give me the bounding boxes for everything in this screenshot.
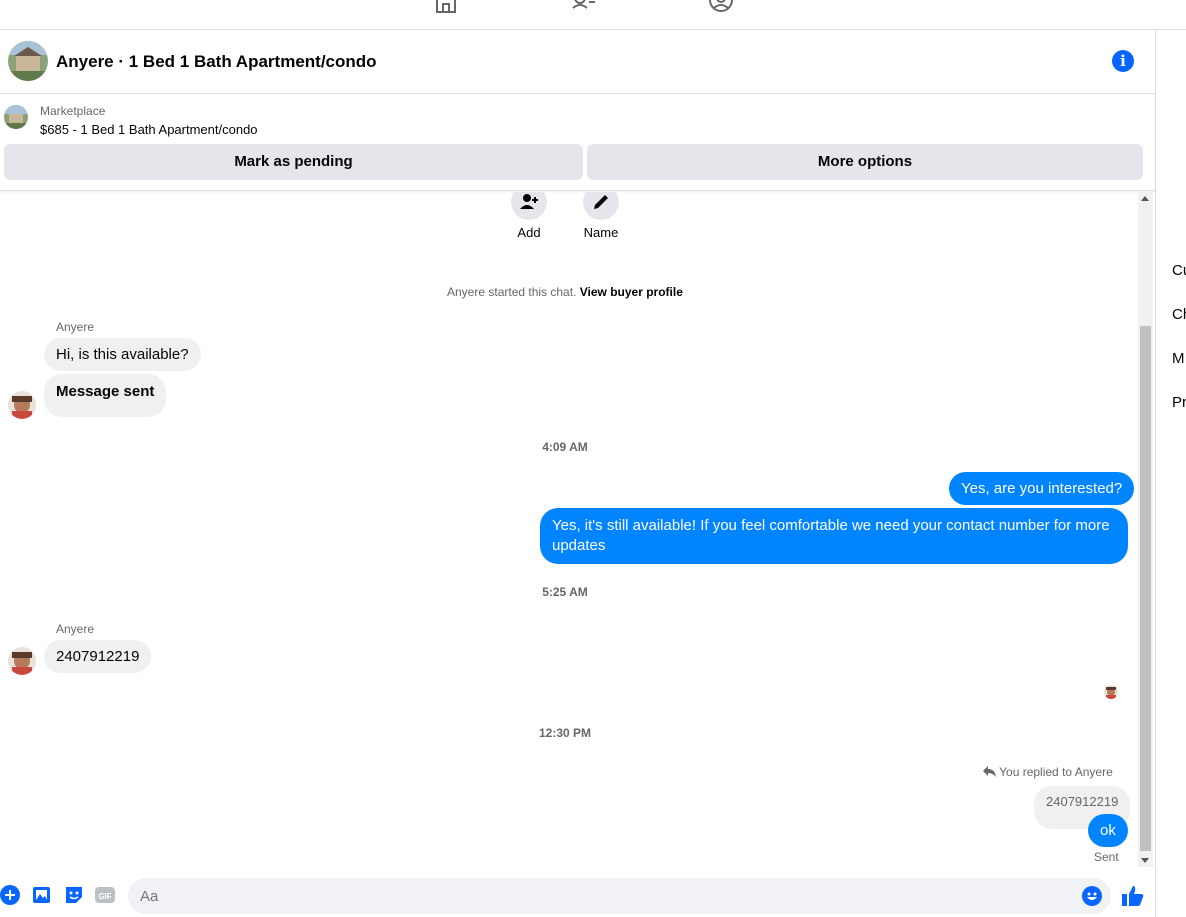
message-input[interactable]: [128, 878, 1111, 914]
chat-started-notice: Anyere started this chat. View buyer pro…: [447, 285, 683, 299]
right-sidebar-item[interactable]: Pr: [1172, 394, 1186, 411]
more-options-button[interactable]: More options: [587, 144, 1143, 180]
add-label: Add: [517, 225, 541, 240]
timestamp: 5:25 AM: [542, 585, 588, 599]
message-list[interactable]: Add Name Anyere started this chat. View …: [0, 192, 1155, 867]
scroll-up-arrow[interactable]: [1141, 196, 1149, 201]
emoji-icon[interactable]: [1082, 886, 1102, 906]
add-person-button[interactable]: [511, 192, 547, 220]
buyer-avatar[interactable]: [8, 647, 36, 675]
scrollbar-thumb[interactable]: [1140, 326, 1151, 851]
reply-icon: [983, 766, 996, 777]
timestamp: 4:09 AM: [542, 440, 588, 454]
pencil-icon: [594, 195, 608, 209]
right-sidebar-item[interactable]: M: [1172, 350, 1185, 367]
reply-note-text: You replied to Anyere: [999, 765, 1113, 779]
gif-label: GIF: [98, 892, 111, 901]
outgoing-message[interactable]: Yes, are you interested?: [949, 472, 1135, 505]
edit-name-button[interactable]: [583, 192, 619, 220]
incoming-message[interactable]: Hi, is this available?: [44, 338, 201, 371]
right-sidebar-item[interactable]: Ch: [1172, 306, 1186, 323]
buyer-avatar[interactable]: [8, 391, 36, 419]
plus-icon[interactable]: [0, 885, 20, 905]
name-label: Name: [583, 225, 619, 240]
timestamp: 12:30 PM: [538, 726, 592, 740]
marketplace-banner: Marketplace $685 - 1 Bed 1 Bath Apartmen…: [0, 95, 1155, 191]
view-buyer-profile-link[interactable]: View buyer profile: [580, 285, 683, 299]
outgoing-message[interactable]: ok: [1088, 814, 1128, 847]
chat-started-text: Anyere started this chat.: [447, 285, 577, 299]
conversation-title: Anyere · 1 Bed 1 Bath Apartment/condo: [56, 52, 377, 71]
add-person-icon: [520, 194, 538, 209]
listing-thumbnail[interactable]: [4, 105, 28, 129]
home-icon[interactable]: [433, 0, 459, 14]
conversation-header: Anyere · 1 Bed 1 Bath Apartment/condo i: [0, 30, 1155, 94]
reply-note: You replied to Anyere: [983, 765, 1113, 779]
seen-avatar: [1104, 685, 1118, 699]
marketplace-label: Marketplace: [40, 104, 106, 118]
mark-as-pending-button[interactable]: Mark as pending: [4, 144, 583, 180]
listing-price-title[interactable]: $685 - 1 Bed 1 Bath Apartment/condo: [40, 122, 258, 137]
outgoing-message[interactable]: Yes, it's still available! If you feel c…: [540, 508, 1128, 564]
listing-avatar[interactable]: [8, 41, 48, 81]
message-status: Sent: [1094, 850, 1119, 864]
incoming-message[interactable]: 2407912219: [44, 640, 152, 673]
info-icon[interactable]: i: [1112, 50, 1134, 72]
sender-name: Anyere: [56, 320, 95, 334]
friends-icon[interactable]: [571, 0, 597, 14]
right-sidebar: Cu Ch M Pr: [1155, 30, 1186, 917]
message-scrollbar[interactable]: [1138, 192, 1153, 867]
scroll-down-arrow[interactable]: [1141, 858, 1149, 863]
profile-icon[interactable]: [708, 0, 734, 14]
sticker-icon[interactable]: [64, 885, 84, 905]
image-icon[interactable]: [32, 885, 52, 905]
sender-name: Anyere: [56, 622, 95, 636]
like-icon[interactable]: [1121, 884, 1145, 908]
right-sidebar-item[interactable]: Cu: [1172, 262, 1186, 279]
incoming-message[interactable]: Message sent: [44, 374, 167, 417]
message-composer: GIF: [0, 872, 1155, 917]
gif-icon[interactable]: GIF: [95, 885, 115, 905]
top-navigation: [0, 0, 1186, 30]
